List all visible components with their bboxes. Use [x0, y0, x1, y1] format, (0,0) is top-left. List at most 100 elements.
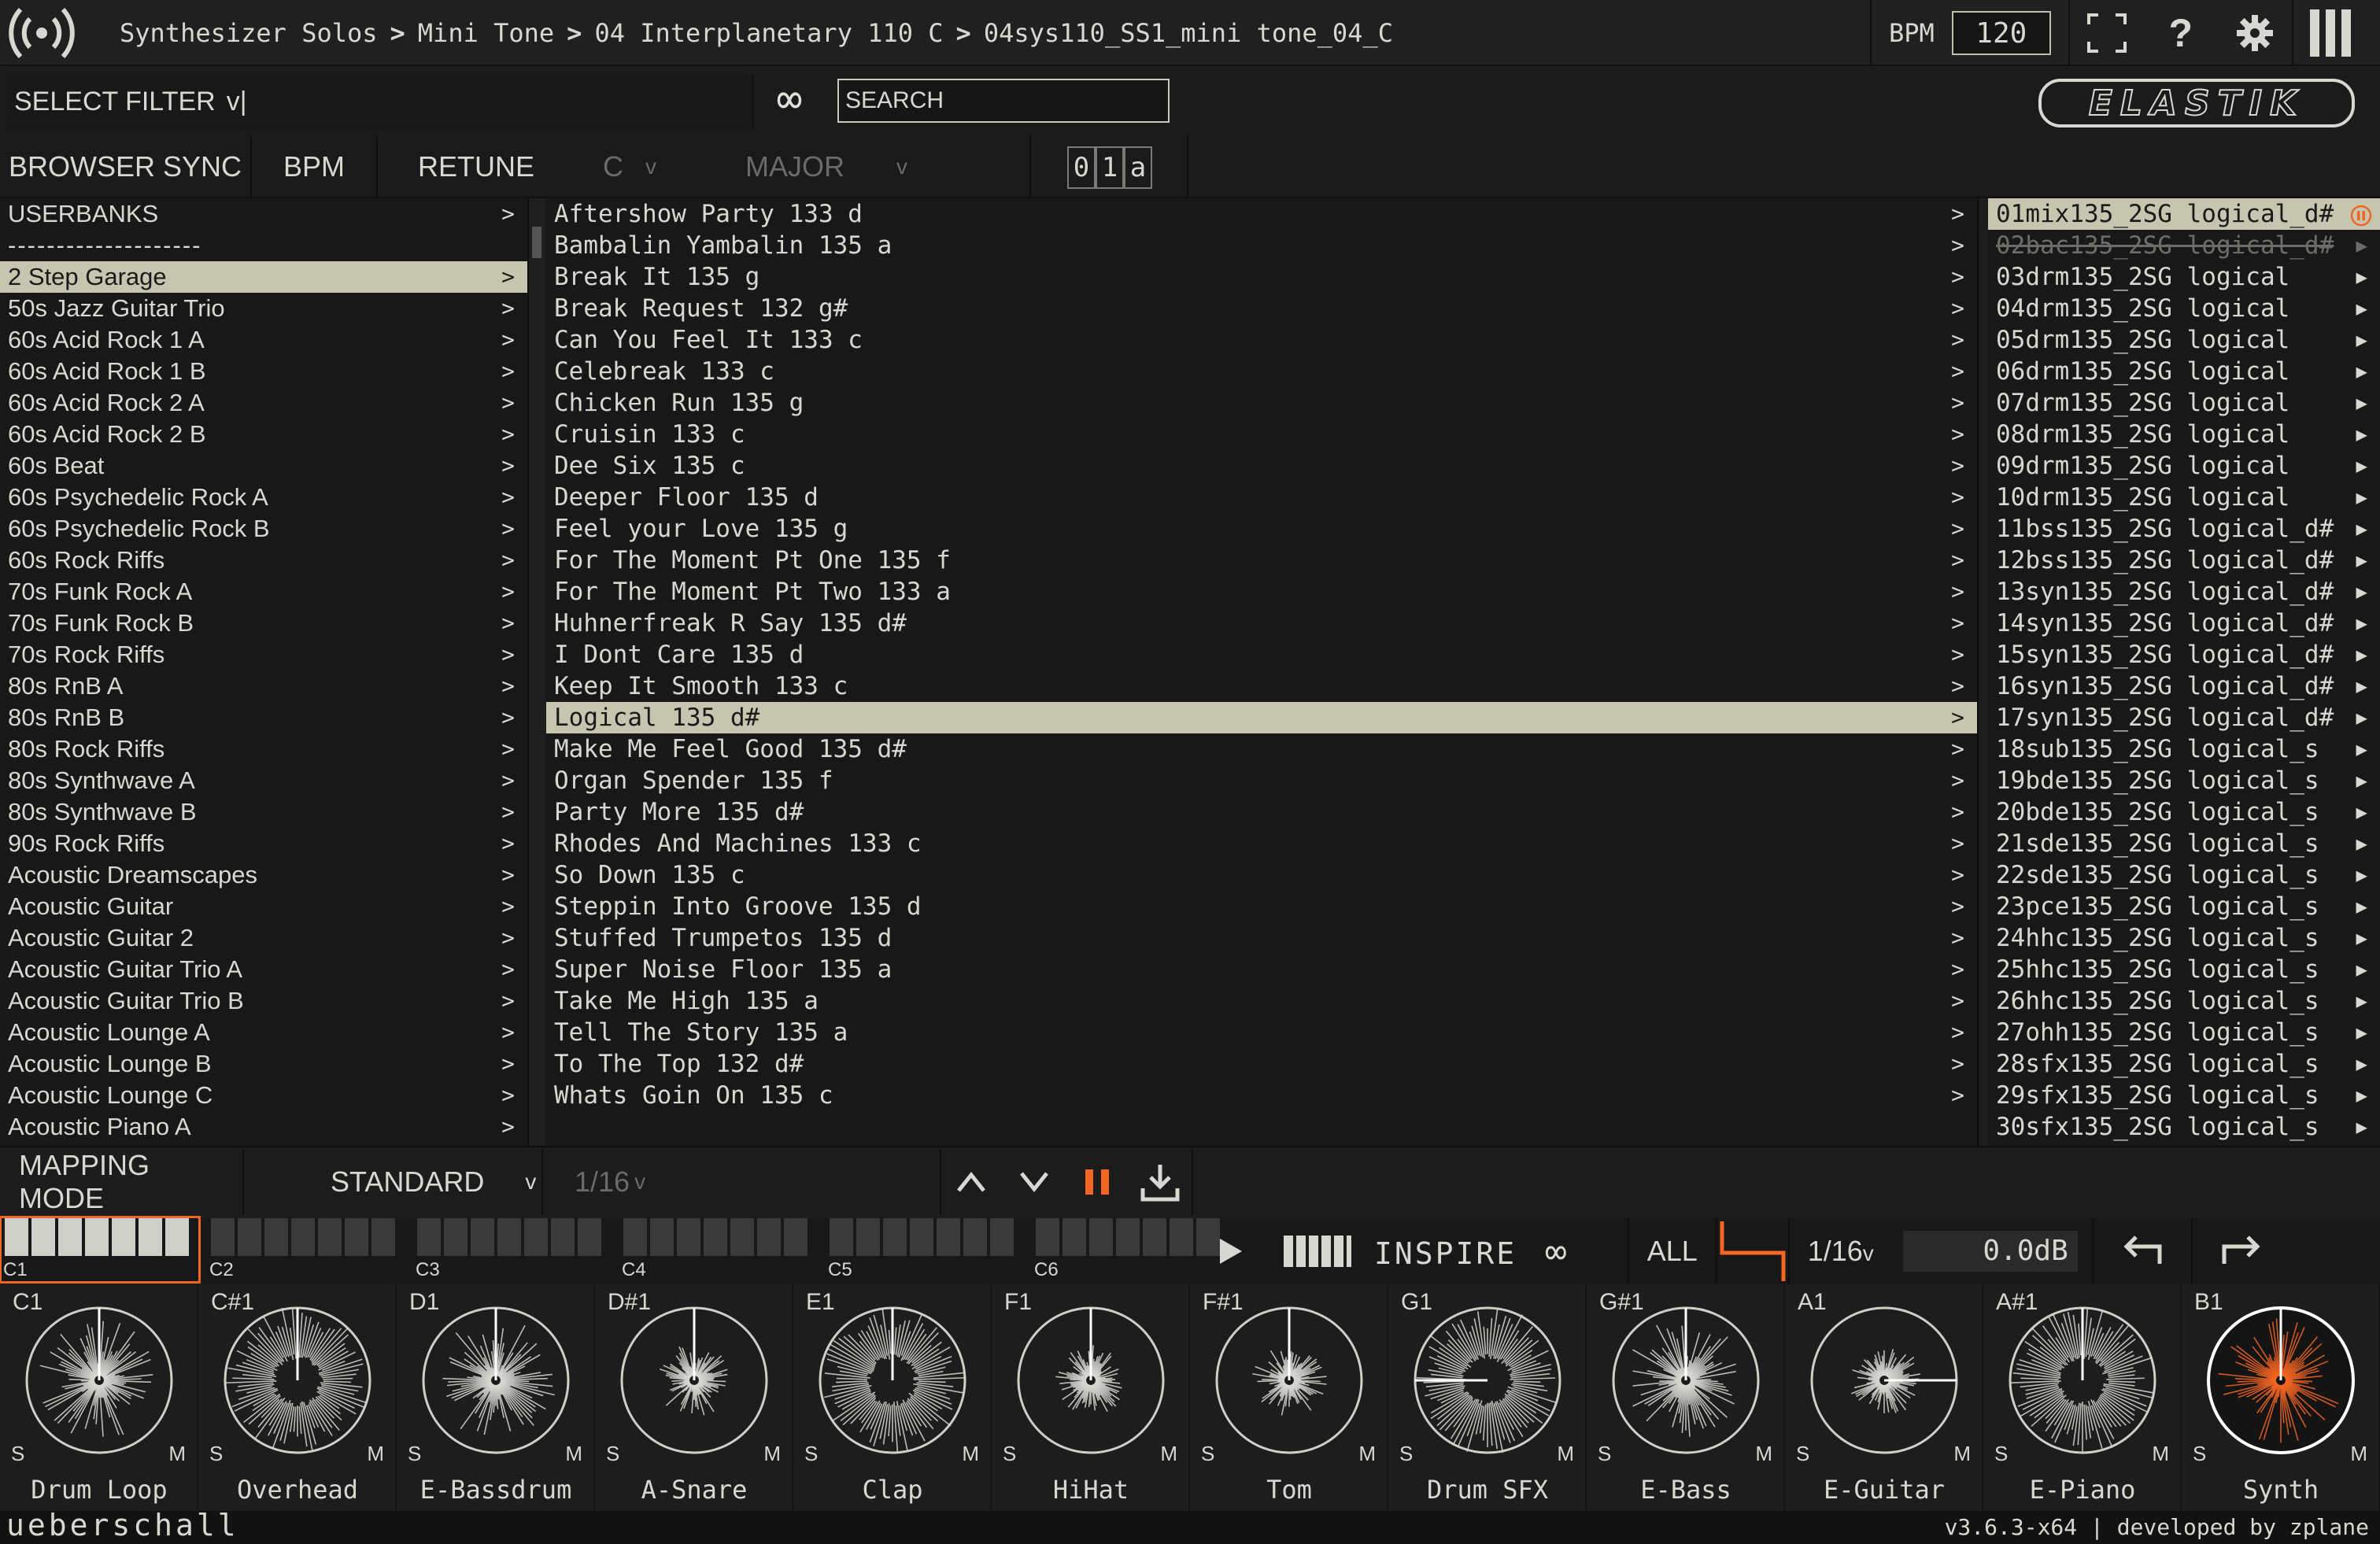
file-item[interactable]: 06drm135_2SG logical ▶ [1988, 356, 2380, 387]
piano-key[interactable] [1143, 1218, 1166, 1256]
pad-waveform[interactable] [1807, 1303, 1961, 1457]
song-item[interactable]: Dee Six 135 c > [546, 450, 1977, 482]
key-dropdown[interactable]: C v [582, 135, 677, 198]
bank-item[interactable]: Acoustic Guitar Trio B > [0, 985, 527, 1017]
scale-dropdown[interactable]: MAJOR v [732, 135, 921, 198]
song-item[interactable]: Cruisin 133 c > [546, 419, 1977, 450]
file-item[interactable]: 21sde135_2SG logical_s ▶ [1988, 828, 2380, 859]
piano-key[interactable] [139, 1218, 162, 1256]
sample-pad[interactable]: F#1 S M Tom [1190, 1284, 1388, 1511]
bank-item[interactable]: 90s Rock Riffs > [0, 828, 527, 859]
octave-c6[interactable]: C6 [1033, 1218, 1229, 1281]
play-triangle-icon[interactable]: ▶ [2356, 1111, 2367, 1143]
file-item[interactable]: 14syn135_2SG logical_d# ▶ [1988, 608, 2380, 639]
play-triangle-icon[interactable]: ▶ [2356, 670, 2367, 702]
redo-icon[interactable] [2193, 1218, 2290, 1284]
sort-alpha-button[interactable]: a [1124, 146, 1152, 189]
play-triangle-icon[interactable]: ▶ [2356, 356, 2367, 387]
file-item[interactable]: 15syn135_2SG logical_d# ▶ [1988, 639, 2380, 670]
piano-key[interactable] [264, 1218, 288, 1256]
piano-key[interactable] [677, 1218, 700, 1256]
song-item[interactable]: Chicken Run 135 g > [546, 387, 1977, 419]
octave-c3[interactable]: C3 [414, 1218, 611, 1281]
bank-item[interactable]: 60s Psychedelic Rock A > [0, 482, 527, 513]
file-item[interactable]: 20bde135_2SG logical_s ▶ [1988, 796, 2380, 828]
play-triangle-icon[interactable]: ▶ [2356, 545, 2367, 576]
sample-pad[interactable]: B1 S M Synth [2182, 1284, 2380, 1511]
breadcrumb-file[interactable]: 04sys110_SS1_mini tone_04_C [984, 18, 1393, 48]
bank-item[interactable]: Acoustic Guitar Trio A > [0, 954, 527, 985]
bank-item[interactable]: 60s Psychedelic Rock B > [0, 513, 527, 545]
file-item[interactable]: 04drm135_2SG logical ▶ [1988, 293, 2380, 324]
piano-key[interactable] [704, 1218, 727, 1256]
pad-waveform[interactable] [815, 1303, 970, 1457]
bank-item[interactable]: 70s Funk Rock A > [0, 576, 527, 608]
bank-item[interactable]: 60s Acid Rock 2 A > [0, 387, 527, 419]
breadcrumb-bank[interactable]: Mini Tone [418, 18, 554, 48]
solo-button[interactable]: S [1598, 1442, 1611, 1466]
song-item[interactable]: Logical 135 d# > [546, 702, 1977, 733]
solo-button[interactable]: S [606, 1442, 619, 1466]
file-item[interactable]: 29sfx135_2SG logical_s ▶ [1988, 1080, 2380, 1111]
bank-item[interactable]: Acoustic Guitar 2 > [0, 922, 527, 954]
song-item[interactable]: Take Me High 135 a > [546, 985, 1977, 1017]
bpm-sync-button[interactable]: BPM [252, 135, 378, 198]
sample-pad[interactable]: A1 S M E-Guitar [1785, 1284, 1983, 1511]
file-item[interactable]: 24hhc135_2SG logical_s ▶ [1988, 922, 2380, 954]
mute-button[interactable]: M [2350, 1442, 2367, 1466]
pad-waveform[interactable] [1410, 1303, 1565, 1457]
browser-sync-button[interactable]: BROWSER SYNC [0, 135, 252, 198]
piano-key[interactable] [551, 1218, 575, 1256]
broadcast-icon[interactable] [6, 3, 77, 63]
bank-item[interactable]: 80s Synthwave B > [0, 796, 527, 828]
play-triangle-icon[interactable]: ▶ [2356, 1017, 2367, 1048]
piano-key[interactable] [990, 1218, 1014, 1256]
song-item[interactable]: Celebreak 133 c > [546, 356, 1977, 387]
song-item[interactable]: Super Noise Floor 135 a > [546, 954, 1977, 985]
transport-quantize-dropdown[interactable]: 1/16v [1790, 1235, 1892, 1268]
piano-key[interactable] [5, 1218, 28, 1256]
mute-button[interactable]: M [565, 1442, 582, 1466]
solo-button[interactable]: S [408, 1442, 421, 1466]
bank-item[interactable]: Acoustic Piano A > [0, 1111, 527, 1143]
play-triangle-icon[interactable]: ▶ [2356, 324, 2367, 356]
inspire-button[interactable]: INSPIRE ∞ [1374, 1230, 1569, 1273]
octave-c5[interactable]: C5 [826, 1218, 1023, 1281]
solo-button[interactable]: S [2193, 1442, 2206, 1466]
song-item[interactable]: Bambalin Yambalin 135 a > [546, 230, 1977, 261]
chevron-down-icon[interactable] [1009, 1157, 1059, 1207]
mute-button[interactable]: M [763, 1442, 781, 1466]
sample-pad[interactable]: D#1 S M A-Snare [595, 1284, 793, 1511]
octave-c1[interactable]: C1 [0, 1216, 201, 1284]
play-triangle-icon[interactable]: ▶ [2356, 828, 2367, 859]
mute-button[interactable]: M [168, 1442, 186, 1466]
bank-item[interactable]: 50s Jazz Guitar Trio > [0, 293, 527, 324]
mute-button[interactable]: M [1358, 1442, 1376, 1466]
bank-item[interactable]: Acoustic Guitar > [0, 891, 527, 922]
play-triangle-icon[interactable]: ▶ [2356, 891, 2367, 922]
play-icon[interactable] [1206, 1218, 1256, 1284]
file-item[interactable]: 09drm135_2SG logical ▶ [1988, 450, 2380, 482]
sample-pad[interactable]: C#1 S M Overhead [198, 1284, 397, 1511]
piano-key[interactable] [471, 1218, 494, 1256]
gear-icon[interactable] [2218, 0, 2292, 66]
piano-key[interactable] [623, 1218, 647, 1256]
song-item[interactable]: For The Moment Pt One 135 f > [546, 545, 1977, 576]
sample-pad[interactable]: D1 S M E-Bassdrum [397, 1284, 595, 1511]
mute-button[interactable]: M [367, 1442, 384, 1466]
sample-pad[interactable]: G#1 S M E-Bass [1587, 1284, 1785, 1511]
file-item[interactable]: 08drm135_2SG logical ▶ [1988, 419, 2380, 450]
pad-waveform[interactable] [220, 1303, 375, 1457]
song-item[interactable]: Whats Goin On 135 c > [546, 1080, 1977, 1111]
song-item[interactable]: Rhodes And Machines 133 c > [546, 828, 1977, 859]
bank-item[interactable]: 80s RnB B > [0, 702, 527, 733]
file-item[interactable]: 26hhc135_2SG logical_s ▶ [1988, 985, 2380, 1017]
piano-key[interactable] [830, 1218, 853, 1256]
play-triangle-icon[interactable]: ▶ [2356, 796, 2367, 828]
piano-key[interactable] [524, 1218, 548, 1256]
mute-button[interactable]: M [962, 1442, 979, 1466]
file-item[interactable]: 07drm135_2SG logical ▶ [1988, 387, 2380, 419]
bank-item[interactable]: Acoustic Dreamscapes > [0, 859, 527, 891]
piano-key[interactable] [85, 1218, 109, 1256]
mapping-mode-dropdown[interactable]: STANDARD v [260, 1149, 543, 1215]
